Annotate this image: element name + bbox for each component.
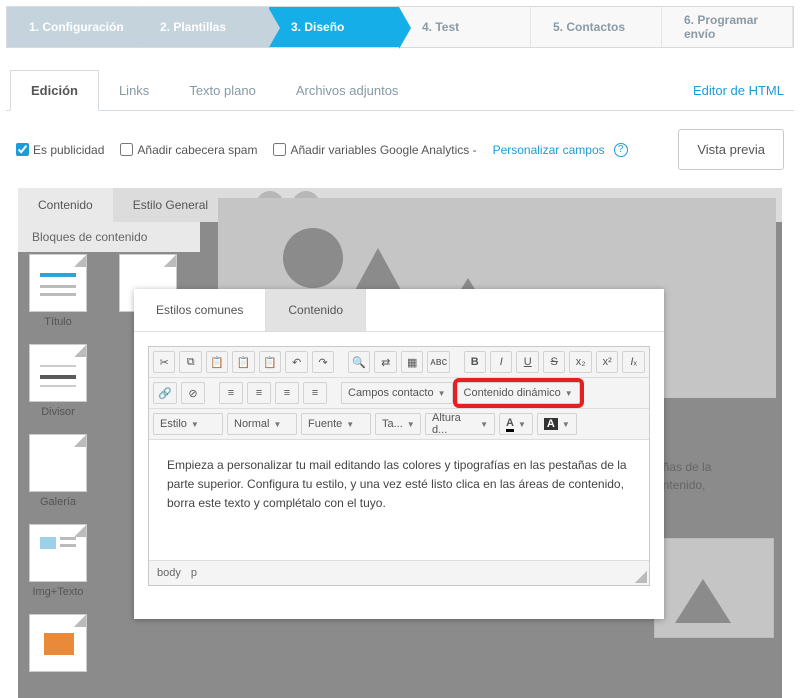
estilo-dropdown[interactable]: Estilo▼ (153, 413, 223, 435)
link-icon[interactable]: 🔗 (153, 382, 177, 404)
selectall-icon[interactable]: ▦ (401, 351, 423, 373)
wizard-step-contacts[interactable]: 5. Contactos (531, 7, 662, 47)
shell-tab-estilo[interactable]: Estilo General (113, 188, 228, 222)
cut-icon[interactable]: ✂ (153, 351, 175, 373)
check-ga-input[interactable] (273, 143, 286, 156)
block-titulo[interactable]: Título (26, 254, 90, 328)
bg-color-dropdown[interactable]: A▼ (537, 413, 577, 435)
align-center-icon[interactable]: ≡ (247, 382, 271, 404)
replace-icon[interactable]: ⇄ (374, 351, 396, 373)
removeformat-icon[interactable]: ᴀʙᴄ (427, 351, 449, 373)
wizard-step-schedule[interactable]: 6. Programar envío (662, 7, 793, 47)
bold-icon[interactable]: B (464, 351, 486, 373)
dialog-tab-estilos[interactable]: Estilos comunes (134, 289, 266, 331)
editor-dialog: Estilos comunes Contenido ✂ ⧉ 📋 📋 📋 ↶ ↷ … (134, 289, 664, 619)
clear-icon[interactable]: Iₓ (622, 351, 644, 373)
options-row: Es publicidad Añadir cabecera spam Añadi… (0, 111, 800, 182)
paste-text-icon[interactable]: 📋 (232, 351, 254, 373)
wizard-step-test[interactable]: 4. Test (400, 7, 531, 47)
check-es-publicidad-input[interactable] (16, 143, 29, 156)
find-icon[interactable]: 🔍 (348, 351, 370, 373)
strike-icon[interactable]: S (543, 351, 565, 373)
altura-dropdown[interactable]: Altura d...▼ (425, 413, 495, 435)
dialog-tab-contenido[interactable]: Contenido (266, 289, 366, 331)
subtab-adjuntos[interactable]: Archivos adjuntos (276, 71, 419, 110)
block-unknown[interactable] (26, 614, 90, 672)
resize-grip-icon[interactable] (635, 571, 647, 583)
underline-icon[interactable]: U (516, 351, 538, 373)
path-body[interactable]: body (157, 567, 181, 579)
block-divisor[interactable]: Divisor (26, 344, 90, 418)
format-dropdown[interactable]: Normal▼ (227, 413, 297, 435)
path-p[interactable]: p (191, 567, 197, 579)
fuente-dropdown[interactable]: Fuente▼ (301, 413, 371, 435)
copy-icon[interactable]: ⧉ (179, 351, 201, 373)
redo-icon[interactable]: ↷ (312, 351, 334, 373)
block-img-texto[interactable]: Img+Texto (26, 524, 90, 598)
link-editor-html[interactable]: Editor de HTML (683, 71, 794, 110)
italic-icon[interactable]: I (490, 351, 512, 373)
paste-icon[interactable]: 📋 (206, 351, 228, 373)
tam-dropdown[interactable]: Ta...▼ (375, 413, 421, 435)
check-spam-input[interactable] (120, 143, 133, 156)
check-es-publicidad[interactable]: Es publicidad (16, 143, 104, 157)
subtab-links[interactable]: Links (99, 71, 169, 110)
editor-body[interactable]: Empieza a personalizar tu mail editando … (149, 440, 649, 560)
block-galeria[interactable]: Galería (26, 434, 90, 508)
unlink-icon[interactable]: ⊘ (181, 382, 205, 404)
wizard-step-design[interactable]: 3. Diseño (269, 7, 400, 47)
dialog-tabs: Estilos comunes Contenido (134, 289, 664, 332)
sub-icon[interactable]: x₂ (569, 351, 591, 373)
campos-contacto-dropdown[interactable]: Campos contacto▼ (341, 382, 453, 404)
toolbar: ✂ ⧉ 📋 📋 📋 ↶ ↷ 🔍 ⇄ ▦ ᴀʙᴄ B I U S x₂ x² Iₓ… (148, 346, 650, 586)
align-right-icon[interactable]: ≡ (275, 382, 299, 404)
wizard-step-config[interactable]: 1. Configuración (7, 7, 138, 47)
align-justify-icon[interactable]: ≡ (303, 382, 327, 404)
wizard-step-templates[interactable]: 2. Plantillas (138, 7, 269, 47)
shell-tab-contenido[interactable]: Contenido (18, 188, 113, 222)
subtab-texto-plano[interactable]: Texto plano (169, 71, 276, 110)
subtab-edicion[interactable]: Edición (10, 70, 99, 111)
sup-icon[interactable]: x² (596, 351, 618, 373)
preview-button[interactable]: Vista previa (678, 129, 784, 170)
align-left-icon[interactable]: ≡ (219, 382, 243, 404)
contenido-dinamico-dropdown[interactable]: Contenido dinámico▼ (457, 382, 580, 404)
image-placeholder-small-icon (654, 538, 774, 638)
link-personalizar-campos[interactable]: Personalizar campos (493, 143, 605, 157)
paste-word-icon[interactable]: 📋 (259, 351, 281, 373)
check-ga[interactable]: Añadir variables Google Analytics - (273, 143, 476, 157)
text-color-dropdown[interactable]: A▼ (499, 413, 533, 435)
help-icon[interactable]: ? (614, 143, 628, 157)
element-path: body p (149, 560, 649, 585)
check-spam[interactable]: Añadir cabecera spam (120, 143, 257, 157)
subtabs: Edición Links Texto plano Archivos adjun… (6, 70, 794, 111)
undo-icon[interactable]: ↶ (285, 351, 307, 373)
wizard-steps: 1. Configuración 2. Plantillas 3. Diseño… (6, 6, 794, 48)
